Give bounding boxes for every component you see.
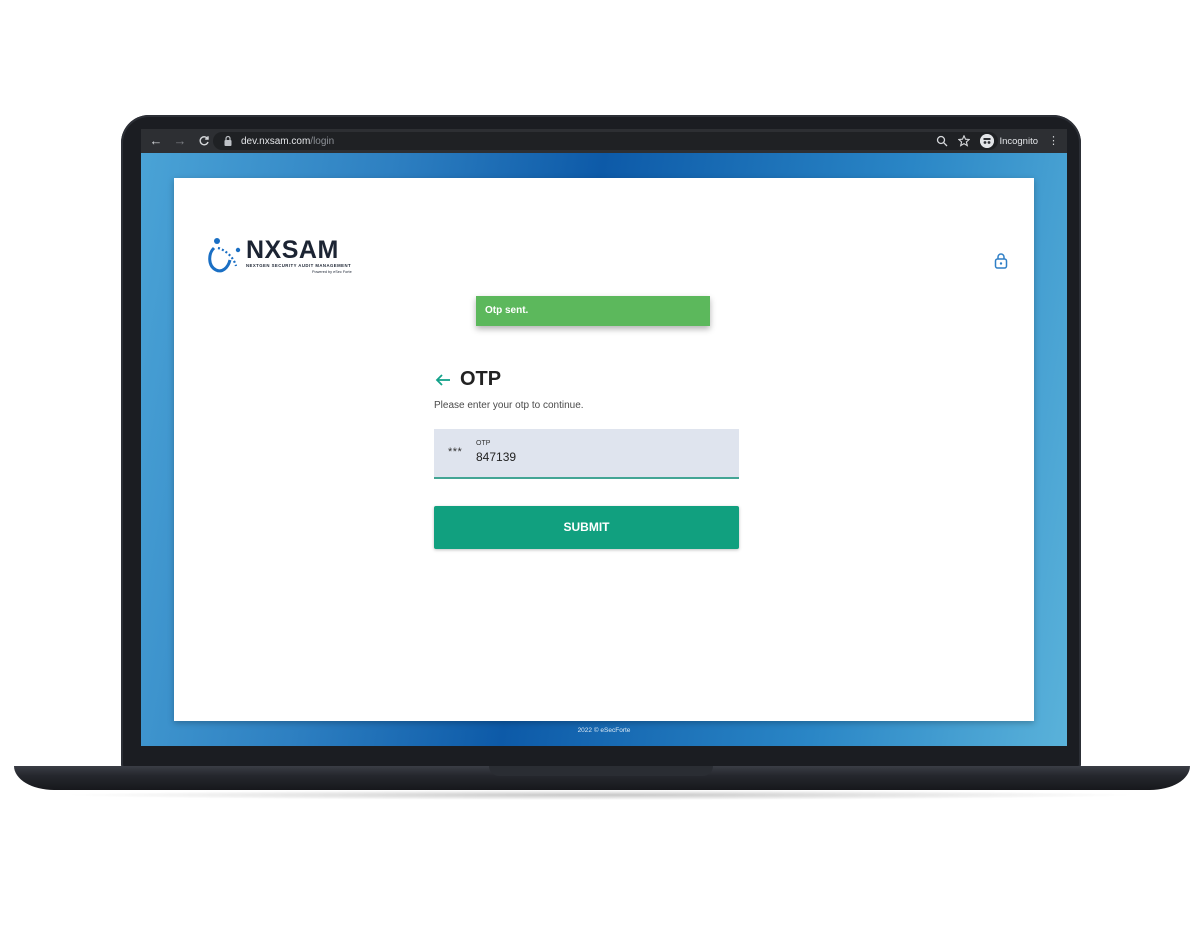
page-subtitle: Please enter your otp to continue. (434, 400, 584, 411)
back-arrow-icon[interactable]: ← (147, 131, 165, 151)
kebab-menu-icon[interactable]: ⋮ (1048, 135, 1059, 147)
search-icon[interactable] (936, 135, 948, 147)
otp-header: OTP (435, 368, 501, 391)
logo-powered-by: Powered by eSec Forte (312, 270, 352, 274)
forward-arrow-icon[interactable]: → (171, 131, 189, 151)
laptop-notch (489, 766, 713, 776)
browser-toolbar: ← → dev.nxsam.com/login Incognito ⋮ (141, 129, 1067, 153)
back-arrow-icon[interactable] (435, 373, 451, 386)
logo-tagline: NEXTGEN SECURITY AUDIT MANAGEMENT (246, 263, 352, 268)
password-mask-icon: *** (448, 446, 463, 458)
login-card: NXSAM NEXTGEN SECURITY AUDIT MANAGEMENT … (174, 178, 1034, 721)
lock-icon[interactable] (994, 252, 1008, 269)
address-bar[interactable]: dev.nxsam.com/login (213, 132, 998, 150)
reload-icon[interactable] (195, 131, 213, 151)
lock-icon (224, 135, 232, 146)
url-text: dev.nxsam.com/login (241, 135, 335, 147)
nxsam-logo: NXSAM NEXTGEN SECURITY AUDIT MANAGEMENT … (206, 236, 358, 282)
profile-label: Incognito (999, 135, 1038, 147)
stage: ← → dev.nxsam.com/login Incognito ⋮ NXSA… (0, 0, 1200, 950)
browser-actions: Incognito ⋮ (936, 131, 1059, 151)
logo-mark-icon (208, 238, 241, 273)
laptop-shadow (60, 790, 1140, 800)
page-background: NXSAM NEXTGEN SECURITY AUDIT MANAGEMENT … (141, 153, 1067, 746)
otp-field-label: OTP (476, 440, 491, 447)
toast-notification: Otp sent. (476, 296, 710, 326)
incognito-icon (980, 134, 995, 148)
footer-copyright: 2022 © eSecForte (577, 727, 631, 734)
star-icon[interactable] (958, 135, 971, 147)
submit-button[interactable]: SUBMIT (434, 506, 739, 549)
otp-input[interactable]: *** OTP 847139 (434, 429, 739, 479)
incognito-profile[interactable]: Incognito (980, 134, 1038, 148)
otp-field-value[interactable]: 847139 (476, 450, 516, 464)
laptop-screen: ← → dev.nxsam.com/login Incognito ⋮ NXSA… (141, 129, 1067, 746)
page-title: OTP (460, 368, 502, 390)
logo-wordmark: NXSAM (246, 236, 339, 264)
